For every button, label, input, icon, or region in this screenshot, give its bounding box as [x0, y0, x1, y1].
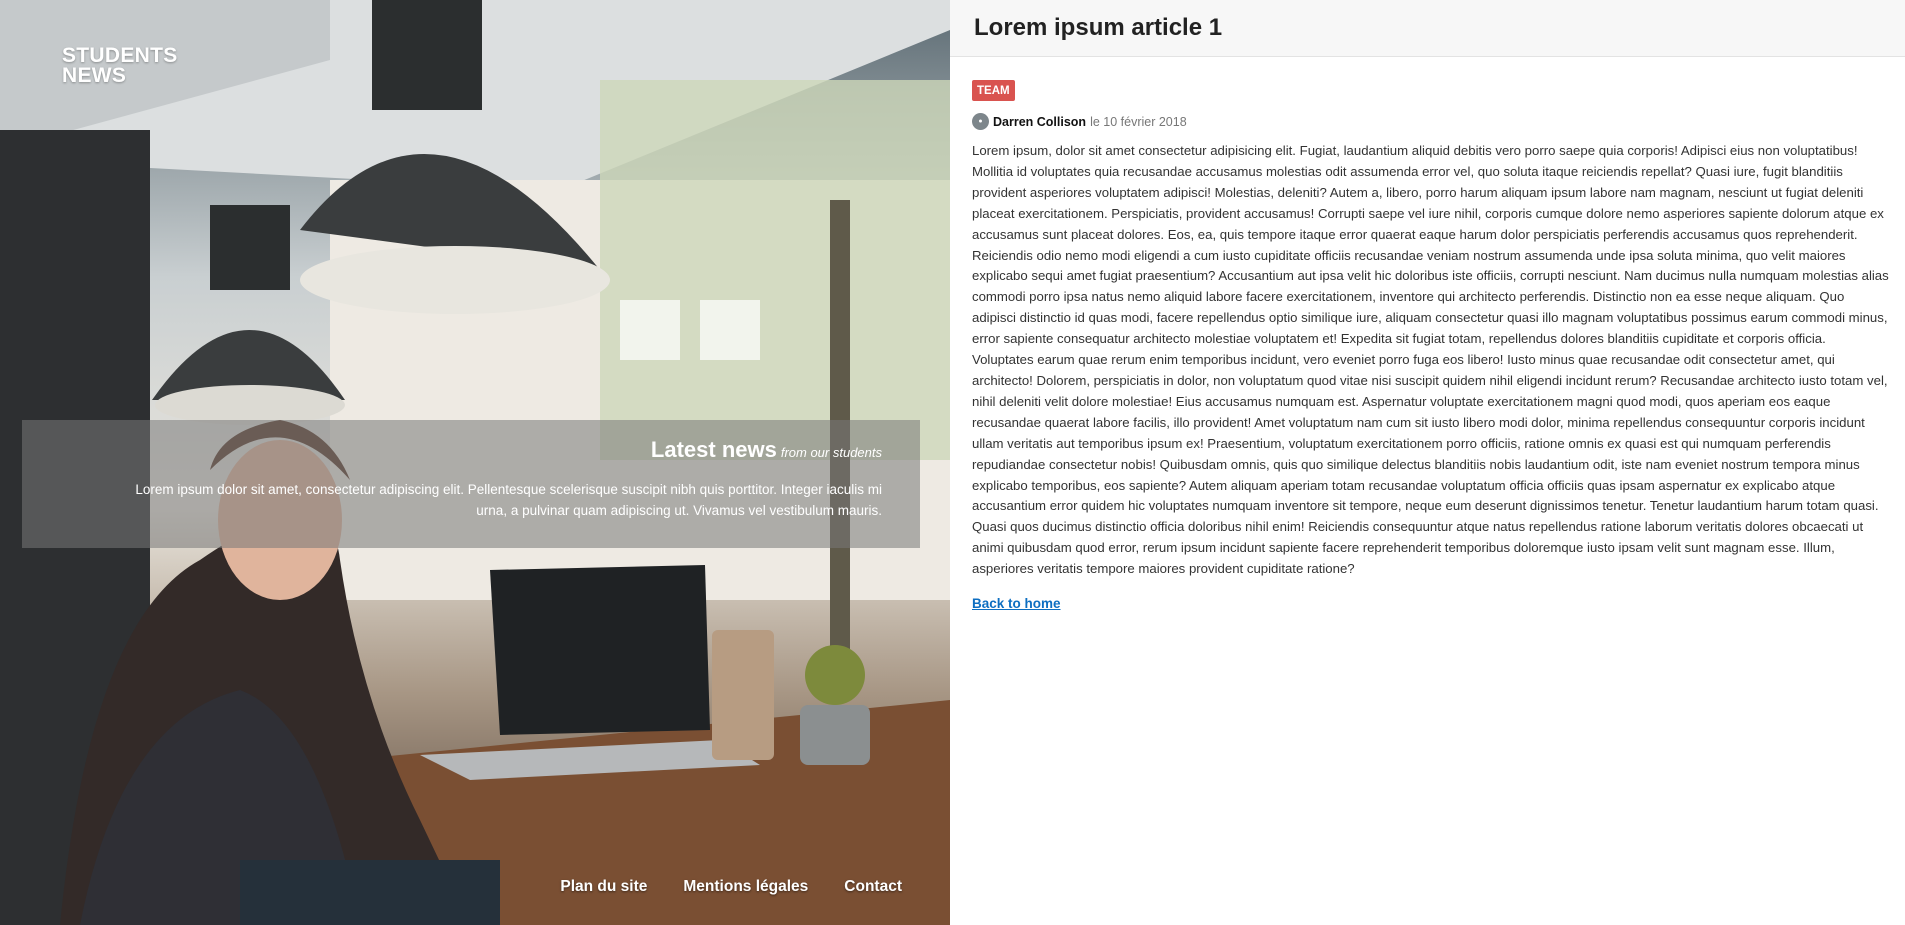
news-subtitle: from our students	[780, 445, 882, 460]
article-title: Lorem ipsum article 1	[974, 14, 1223, 41]
brand-line-1: STUDENTS	[62, 44, 178, 67]
category-badge[interactable]: TEAM	[972, 80, 1015, 101]
brand-line-2: NEWS	[62, 64, 127, 87]
article-body: TEAM ● Darren Collison le 10 février 201…	[972, 79, 1890, 612]
footer-link-contact[interactable]: Contact	[844, 878, 902, 896]
footer-link-legal[interactable]: Mentions légales	[683, 878, 808, 896]
back-to-home-link[interactable]: Back to home	[972, 596, 1061, 611]
footer-nav: Plan du site Mentions légales Contact	[560, 878, 902, 896]
news-description: Lorem ipsum dolor sit amet, consectetur …	[135, 482, 882, 518]
footer-link-sitemap[interactable]: Plan du site	[560, 878, 647, 896]
hero-panel: STUDENTS NEWS Latest news from our studen…	[0, 0, 950, 925]
article-meta: ● Darren Collison le 10 février 2018	[972, 113, 1890, 130]
author-name[interactable]: Darren Collison	[993, 115, 1086, 129]
news-heading: Latest news from our students	[651, 437, 882, 463]
article-content: Lorem ipsum, dolor sit amet consectetur …	[972, 143, 1889, 577]
article-date: le 10 février 2018	[1090, 114, 1187, 129]
article-header: Lorem ipsum article 1	[950, 0, 1905, 57]
author-avatar: ●	[972, 113, 989, 130]
news-title: Latest news	[650, 437, 777, 462]
brand-logo[interactable]: STUDENTS NEWS	[62, 44, 178, 87]
